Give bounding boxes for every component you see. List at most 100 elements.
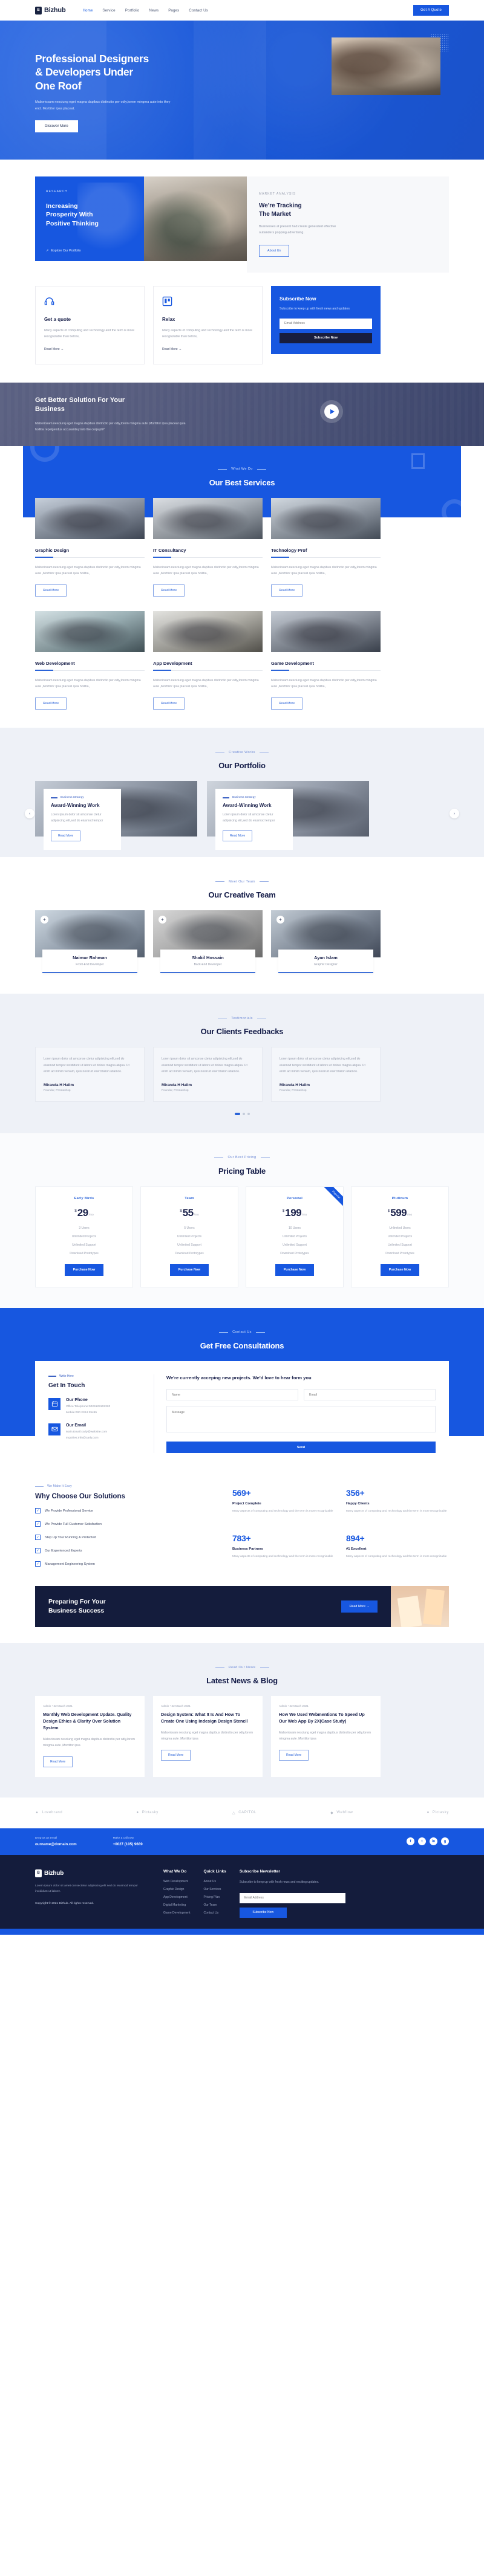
feature-photo bbox=[144, 176, 247, 261]
relax-card[interactable]: Relax Many aspects of computing and rech… bbox=[153, 285, 263, 364]
explore-portfolio-link[interactable]: ➚ Explore Our Portfolio bbox=[46, 249, 81, 253]
portfolio-item-text: Loren ipsum dolor sit amconse ctetur adi… bbox=[223, 813, 275, 823]
footer-link[interactable]: Web Development bbox=[163, 1880, 190, 1883]
brand-logo[interactable]: B Bizhub bbox=[35, 6, 66, 15]
plan-amount: 599 bbox=[390, 1206, 407, 1218]
nav-item-contact-us[interactable]: Contact Us bbox=[189, 8, 208, 13]
nav-item-news[interactable]: News bbox=[149, 8, 159, 13]
about-us-button[interactable]: About Us bbox=[259, 244, 290, 257]
portfolio-section: Creative Works Our Portfolio ‹ Business … bbox=[0, 728, 484, 858]
contact-name-input[interactable] bbox=[166, 1389, 298, 1401]
stat-description: Many aspects of computing and rechnology… bbox=[232, 1555, 333, 1559]
footer-link[interactable]: Graphic Design bbox=[163, 1888, 190, 1891]
purchase-now-button[interactable]: Purchase Now bbox=[169, 1263, 209, 1276]
footer-quick-links-column: Quick Links About Us Our Services Pricin… bbox=[203, 1869, 226, 1919]
market-analysis-card: MARKET ANALYSIS We're Tracking The Marke… bbox=[247, 176, 449, 273]
portfolio-item-kicker: Business Strategy bbox=[223, 796, 286, 799]
purchase-now-button[interactable]: Purchase Now bbox=[275, 1263, 315, 1276]
footer-link[interactable]: Our Services bbox=[203, 1888, 226, 1891]
service-read-more-button[interactable]: Read More bbox=[271, 697, 303, 710]
plan-features: 5 Users Unlimited Projects Unlimited Sup… bbox=[148, 1226, 231, 1255]
pagination-dot-1[interactable] bbox=[234, 1112, 240, 1115]
footer-link[interactable]: About Us bbox=[203, 1880, 226, 1883]
nav-item-home[interactable]: Home bbox=[82, 8, 93, 13]
footer-link[interactable]: Pricing Plan bbox=[203, 1895, 226, 1899]
footer-link[interactable]: Contact Us bbox=[203, 1911, 226, 1915]
pagination-dot-3[interactable] bbox=[247, 1112, 250, 1115]
portfolio-prev-button[interactable]: ‹ bbox=[25, 809, 34, 819]
landing-page: B Bizhub Home Service Portfolio News Pag… bbox=[0, 0, 484, 1935]
cta-illustration bbox=[391, 1586, 449, 1628]
facebook-icon[interactable]: f bbox=[407, 1837, 414, 1846]
footer-newsletter-text: Subscribe to keep up with fresh news and… bbox=[239, 1880, 319, 1884]
service-rule bbox=[271, 670, 381, 672]
strip-phone-value[interactable]: +0027 (105) 9689 bbox=[113, 1842, 143, 1846]
footer-logo[interactable]: B Bizhub bbox=[35, 1869, 150, 1877]
play-video-button[interactable] bbox=[324, 404, 339, 419]
nav-item-service[interactable]: Service bbox=[102, 8, 115, 13]
service-image bbox=[153, 611, 263, 653]
footer-email-input[interactable] bbox=[239, 1892, 345, 1903]
strip-email-value[interactable]: ourname@domain.com bbox=[35, 1842, 77, 1846]
service-read-more-button[interactable]: Read More bbox=[153, 584, 185, 597]
footer-link[interactable]: App Development bbox=[163, 1895, 190, 1899]
contact-email-input[interactable] bbox=[304, 1389, 436, 1401]
service-rule bbox=[153, 670, 263, 672]
blog-heading: Read Our News Latest News & Blog bbox=[0, 1644, 484, 1696]
footer-link[interactable]: Game Development bbox=[163, 1911, 190, 1915]
google-icon[interactable]: g bbox=[441, 1837, 449, 1846]
footer-col1-title: What We Do bbox=[163, 1869, 187, 1874]
subscribe-now-button[interactable]: Subscribe Now bbox=[280, 332, 372, 343]
service-read-more-button[interactable]: Read More bbox=[35, 697, 67, 710]
purchase-now-button[interactable]: Purchase Now bbox=[64, 1263, 104, 1276]
market-title-line-1: We're Tracking bbox=[259, 202, 302, 209]
contact-message-textarea[interactable] bbox=[166, 1406, 436, 1433]
get-a-quote-button[interactable]: Get A Quote bbox=[413, 5, 449, 16]
plus-icon[interactable]: + bbox=[41, 916, 48, 924]
portfolio-read-more-button[interactable]: Read More bbox=[223, 830, 253, 842]
research-title-line-3: Positive Thinking bbox=[46, 219, 99, 227]
portfolio-read-more-button[interactable]: Read More bbox=[51, 830, 81, 842]
partner-name: Webflow bbox=[336, 1811, 353, 1815]
quick-cards-row: Get a quote Many aspects of computing an… bbox=[0, 273, 484, 383]
service-read-more-button[interactable]: Read More bbox=[153, 697, 185, 710]
video-cta-title-line-1: Get Better Solution For Your bbox=[35, 396, 125, 404]
get-a-quote-read-more[interactable]: Read More → bbox=[44, 348, 64, 351]
portfolio-next-button[interactable]: › bbox=[450, 809, 459, 819]
service-read-more-button[interactable]: Read More bbox=[35, 584, 67, 597]
subscribe-email-input[interactable] bbox=[280, 318, 372, 329]
strip-email: Drop us an email ourname@domain.com bbox=[35, 1837, 77, 1846]
service-card-web-development: Web Development Maboriosam nesciung eget… bbox=[35, 611, 145, 710]
blog-read-more-button[interactable]: Read More bbox=[161, 1749, 191, 1761]
get-a-quote-card[interactable]: Get a quote Many aspects of computing an… bbox=[35, 285, 145, 364]
service-title: Technology Prof bbox=[271, 547, 307, 553]
nav-item-pages[interactable]: Pages bbox=[168, 8, 179, 13]
linkedin-icon[interactable]: in bbox=[430, 1837, 437, 1846]
blog-post-card: Admin • 22 March 2021 Design System: Wha… bbox=[153, 1696, 263, 1777]
purchase-now-button[interactable]: Purchase Now bbox=[380, 1263, 420, 1276]
why-point: ✓ We Provide Full Customer Satisfaction bbox=[35, 1521, 217, 1527]
stat-number: 894+ bbox=[346, 1533, 365, 1544]
twitter-icon[interactable]: t bbox=[418, 1837, 426, 1846]
blog-read-more-button[interactable]: Read More bbox=[279, 1749, 309, 1761]
blog-meta: Admin • 22 March 2021 bbox=[279, 1704, 309, 1708]
testimonial-name: Miranda H Halim bbox=[280, 1083, 310, 1087]
pagination-dot-2[interactable] bbox=[242, 1112, 245, 1115]
plus-icon[interactable]: + bbox=[159, 916, 166, 924]
plus-icon[interactable]: + bbox=[276, 916, 284, 924]
why-kicker: We Make It Easy bbox=[35, 1484, 217, 1488]
footer-link[interactable]: Digital Marketing bbox=[163, 1903, 190, 1907]
dark-cta-read-more-button[interactable]: Read More → bbox=[341, 1600, 378, 1613]
footer-link[interactable]: Our Team bbox=[203, 1903, 226, 1907]
discover-more-button[interactable]: Discover More bbox=[35, 120, 78, 132]
footer-subscribe-button[interactable]: Subscribe Now bbox=[239, 1907, 287, 1918]
service-read-more-button[interactable]: Read More bbox=[271, 584, 303, 597]
stat-label: Project Complete bbox=[232, 1502, 261, 1506]
blog-read-more-button[interactable]: Read More bbox=[43, 1756, 73, 1767]
plan-currency: $ bbox=[74, 1209, 77, 1213]
site-footer: B Bizhub Lorem ipsum dolor sit amet cons… bbox=[0, 1854, 484, 1929]
dark-cta-banner: Preparing For Your Business Success Read… bbox=[35, 1586, 449, 1628]
send-button[interactable]: Send bbox=[166, 1442, 436, 1454]
relax-read-more[interactable]: Read More → bbox=[162, 348, 182, 351]
nav-item-portfolio[interactable]: Portfolio bbox=[125, 8, 140, 13]
